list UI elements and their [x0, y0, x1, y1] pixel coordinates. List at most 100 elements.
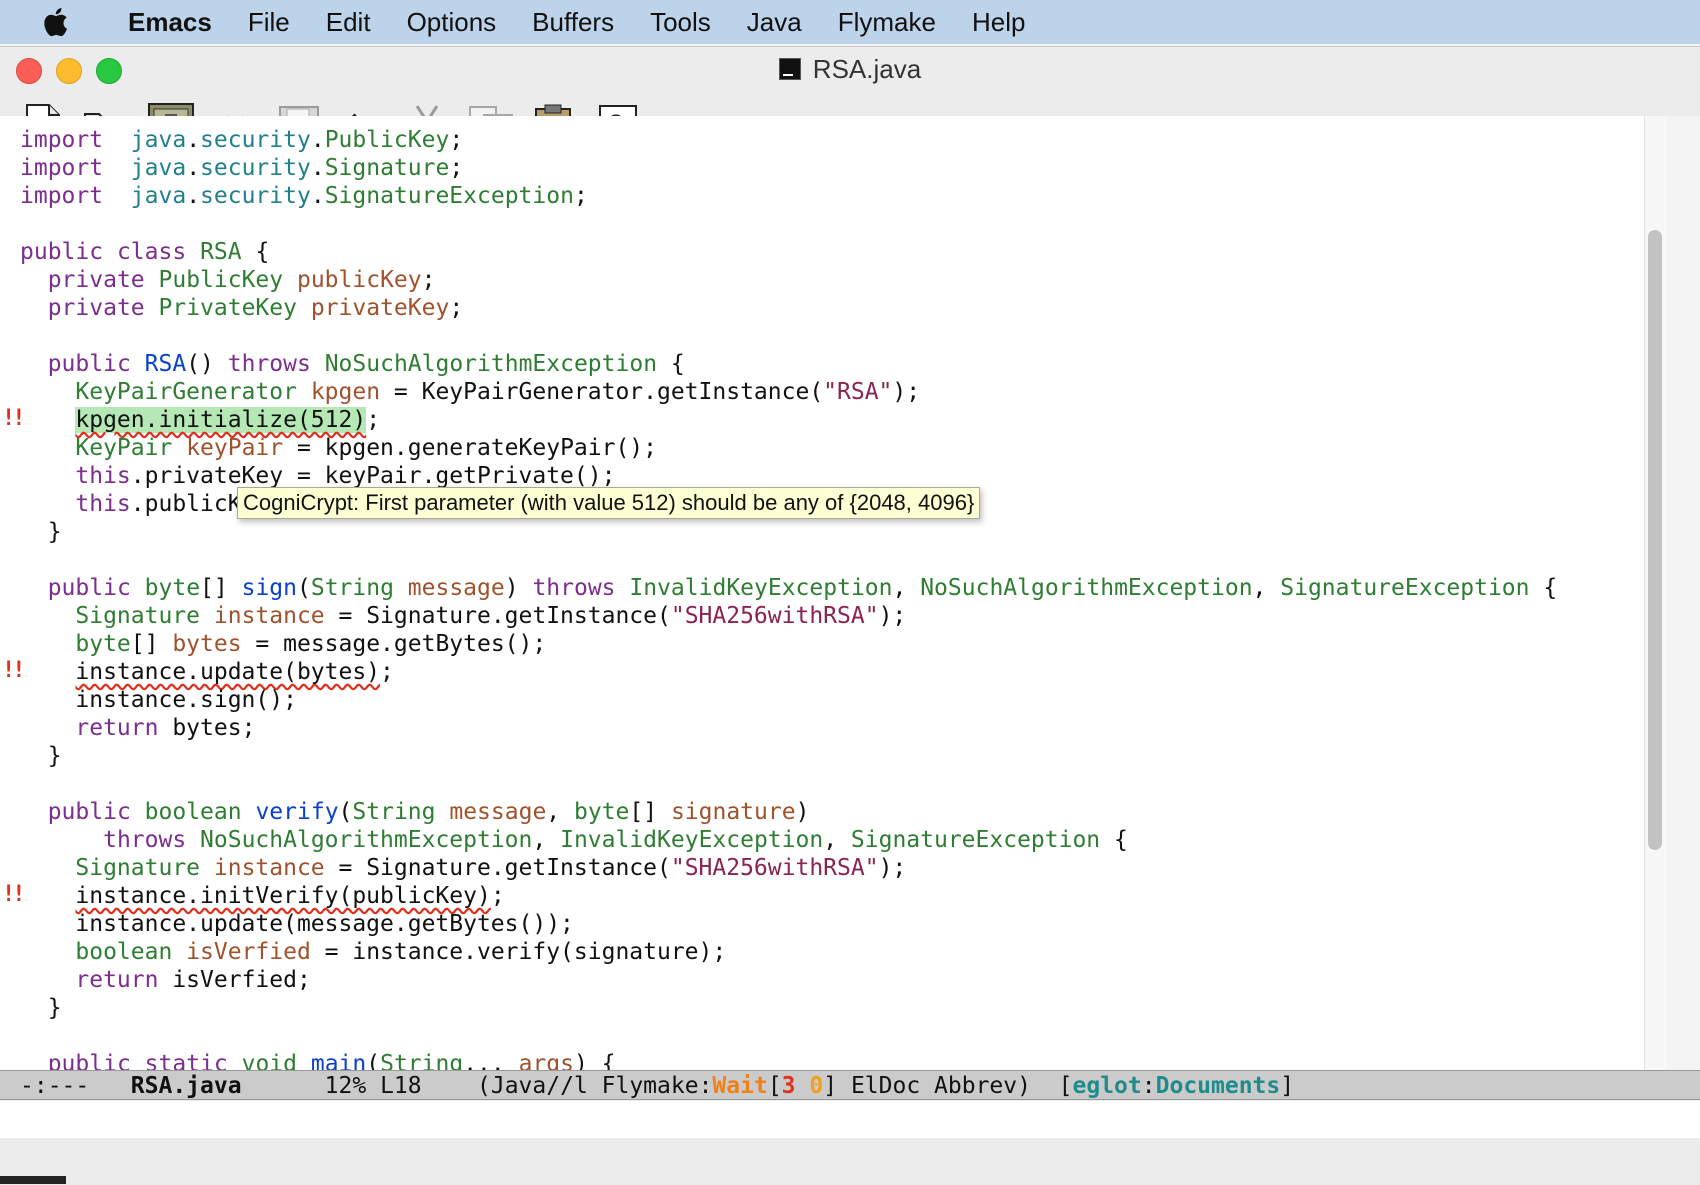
java-source-code[interactable]: import java.security.PublicKey; import ja… — [20, 126, 1557, 1070]
code-token: ); — [878, 855, 907, 881]
code-token: private — [47, 295, 145, 321]
code-token: this — [75, 491, 131, 517]
code-line[interactable]: import java.security.Signature; — [20, 154, 1557, 182]
code-token: Signature — [324, 155, 450, 181]
code-token: static — [144, 1051, 228, 1070]
modeline-mode-open[interactable]: (Java//l Flymake: — [477, 1073, 712, 1099]
menu-options[interactable]: Options — [389, 0, 515, 44]
code-token: ); — [892, 379, 921, 405]
code-token: throws — [532, 575, 616, 601]
eglot-label[interactable]: eglot — [1073, 1073, 1142, 1099]
code-line[interactable]: } — [20, 742, 1557, 770]
code-token: ; — [449, 295, 464, 321]
code-token: { — [1100, 827, 1128, 853]
code-token: . — [186, 127, 201, 153]
code-token: = message.getBytes(); — [241, 631, 547, 657]
code-token: RSA — [200, 239, 242, 265]
eglot-project[interactable]: Documents — [1156, 1073, 1281, 1099]
apple-menu-icon[interactable] — [28, 0, 82, 44]
scroll-track[interactable] — [1644, 116, 1667, 1070]
code-token: = KeyPairGenerator.getInstance( — [380, 379, 824, 405]
code-line[interactable] — [20, 546, 1557, 574]
code-token: . — [310, 127, 325, 153]
window-minimize-button[interactable] — [56, 58, 82, 84]
code-token: throws — [103, 827, 187, 853]
code-line[interactable]: Signature instance = Signature.getInstan… — [20, 602, 1557, 630]
code-token: ( — [338, 799, 353, 825]
menu-java[interactable]: Java — [729, 0, 820, 44]
code-token: } — [20, 995, 62, 1021]
code-token: = instance.verify(signature); — [310, 939, 727, 965]
code-line[interactable]: boolean isVerfied = instance.verify(sign… — [20, 938, 1557, 966]
menu-help[interactable]: Help — [954, 0, 1043, 44]
code-token: String — [352, 799, 436, 825]
code-line[interactable]: instance.update(message.getBytes()); — [20, 910, 1557, 938]
code-line[interactable]: private PrivateKey privateKey; — [20, 294, 1557, 322]
code-line[interactable]: } — [20, 994, 1557, 1022]
code-token: } — [20, 743, 62, 769]
minibuffer[interactable] — [0, 1101, 1700, 1138]
flymake-state[interactable]: Wait — [712, 1073, 767, 1099]
code-line[interactable]: this.privateKey = keyPair.getPrivate(); — [20, 462, 1557, 490]
code-token: SignatureException — [1280, 575, 1530, 601]
menu-buffers[interactable]: Buffers — [514, 0, 632, 44]
code-line[interactable]: import java.security.PublicKey; — [20, 126, 1557, 154]
code-line[interactable]: public byte[] sign(String message) throw… — [20, 574, 1558, 602]
code-line[interactable]: private PublicKey publicKey; — [20, 266, 1557, 294]
window-zoom-button[interactable] — [96, 58, 122, 84]
java-file-icon — [778, 58, 801, 80]
code-line[interactable]: instance.update(bytes); — [20, 658, 1557, 686]
code-token: ; — [449, 155, 464, 181]
code-line[interactable]: return bytes; — [20, 714, 1557, 742]
code-line[interactable]: kpgen.initialize(512); — [20, 406, 1557, 434]
code-line[interactable]: } — [20, 518, 1557, 546]
code-token: ) — [795, 799, 810, 825]
code-line[interactable] — [20, 322, 1557, 350]
menu-edit[interactable]: Edit — [308, 0, 389, 44]
code-line[interactable] — [20, 210, 1557, 238]
code-line[interactable] — [20, 1022, 1557, 1050]
code-line[interactable]: public RSA() throws NoSuchAlgorithmExcep… — [20, 350, 1557, 378]
menu-tools[interactable]: Tools — [632, 0, 729, 44]
code-line[interactable]: import java.security.SignatureException; — [20, 182, 1557, 210]
macos-menu-bar: Emacs File Edit Options Buffers Tools Ja… — [0, 0, 1700, 44]
code-token: } — [20, 519, 62, 545]
code-token: import — [20, 155, 104, 181]
code-token: InvalidKeyException — [560, 827, 824, 853]
editor-scrollbar[interactable] — [1644, 116, 1700, 1070]
scroll-thumb[interactable] — [1648, 230, 1662, 850]
code-line[interactable]: instance.sign(); — [20, 686, 1557, 714]
code-line[interactable] — [20, 770, 1557, 798]
modeline-buffer-name[interactable]: RSA.java — [131, 1073, 242, 1099]
code-line[interactable]: KeyPair keyPair = kpgen.generateKeyPair(… — [20, 434, 1557, 462]
code-editor[interactable]: !!!!!! import java.security.PublicKey; im… — [0, 116, 1644, 1070]
code-line[interactable]: public class RSA { — [20, 238, 1557, 266]
code-line[interactable]: instance.initVerify(publicKey); — [20, 882, 1557, 910]
menu-app-name[interactable]: Emacs — [110, 0, 230, 44]
code-line[interactable]: Signature instance = Signature.getInstan… — [20, 854, 1557, 882]
modeline-mode-close: ] ElDoc Abbrev) — [823, 1073, 1031, 1099]
code-token: private — [47, 267, 145, 293]
code-line[interactable]: public static void main(String... args) … — [20, 1050, 1557, 1070]
code-line[interactable]: byte[] bytes = message.getBytes(); — [20, 630, 1557, 658]
mode-line: -:--- RSA.java 12% L18 (Java//l Flymake:… — [0, 1070, 1700, 1100]
flymake-error-count[interactable]: 3 — [782, 1073, 796, 1099]
code-line[interactable]: return isVerfied; — [20, 966, 1557, 994]
code-token: , — [532, 827, 561, 853]
code-line[interactable]: throws NoSuchAlgorithmException, Invalid… — [20, 826, 1557, 854]
code-token: Signature — [75, 603, 201, 629]
window-close-button[interactable] — [16, 58, 42, 84]
code-token: security — [200, 155, 311, 181]
menu-file[interactable]: File — [230, 0, 308, 44]
menu-flymake[interactable]: Flymake — [820, 0, 954, 44]
flymake-warning-count[interactable]: 0 — [809, 1073, 823, 1099]
flagged-code-token: instance.initVerify(publicKey) — [75, 883, 491, 909]
code-token: { — [1529, 575, 1558, 601]
code-line[interactable]: public boolean verify(String message, by… — [20, 798, 1557, 826]
code-line[interactable]: KeyPairGenerator kpgen = KeyPairGenerato… — [20, 378, 1557, 406]
